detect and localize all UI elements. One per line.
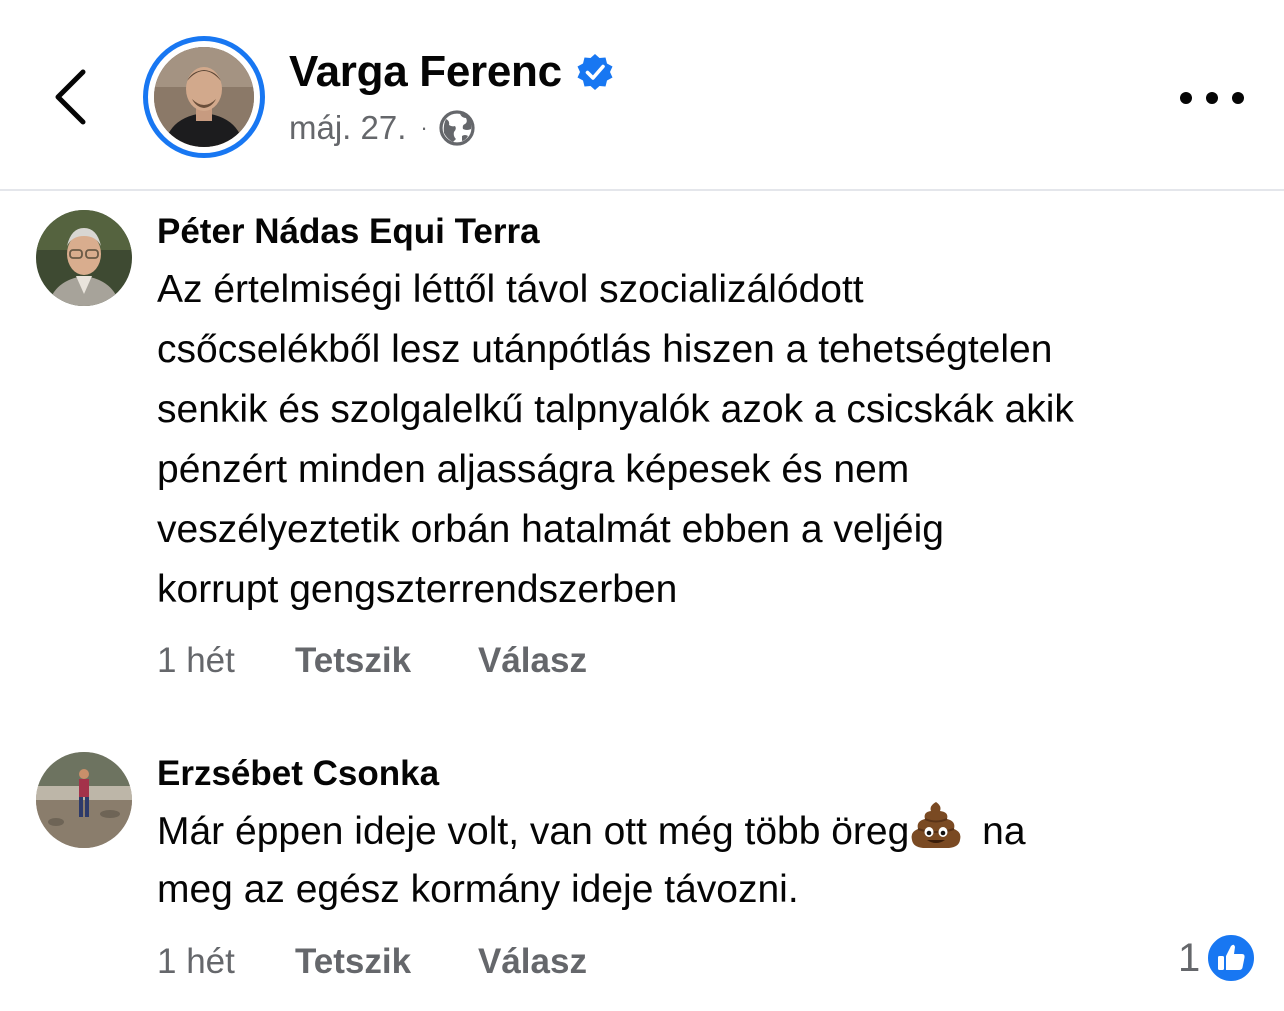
comment-text-line: veszélyeztetik orbán hatalmát ebben a ve…: [157, 508, 944, 551]
comment-avatar[interactable]: [36, 210, 132, 306]
comment-text-line: csőcselékből lesz utánpótlás hiszen a te…: [157, 328, 1053, 371]
more-horizontal-icon: [1180, 92, 1192, 104]
post-header: Varga Ferenc máj. 27. ·: [0, 0, 1284, 191]
chevron-left-icon: [55, 69, 86, 125]
comment-text-line: meg az egész kormány ideje távozni.: [157, 868, 799, 911]
author-name[interactable]: Varga Ferenc: [289, 47, 562, 97]
reply-button[interactable]: Válasz: [478, 641, 587, 681]
comment-actions: 1 hét Tetszik Válasz: [157, 940, 587, 984]
comment-text-line: senkik és szolgalelkű talpnyalók azok a …: [157, 388, 1074, 431]
like-button[interactable]: Tetszik: [295, 942, 478, 982]
author-name-row: Varga Ferenc: [289, 44, 614, 100]
author-photo: [154, 47, 254, 147]
globe-icon[interactable]: [438, 109, 476, 147]
comment-time[interactable]: 1 hét: [157, 641, 295, 681]
reaction-summary[interactable]: 1: [1178, 930, 1257, 986]
verified-badge-icon: [576, 53, 614, 91]
comment-time[interactable]: 1 hét: [157, 942, 295, 982]
comment-text-segment: Már éppen ideje volt, van ott még több ö…: [157, 810, 910, 853]
more-options-button[interactable]: [1180, 78, 1244, 118]
comment-text-line: pénzért minden aljasságra képesek és nem: [157, 448, 910, 491]
reply-button[interactable]: Válasz: [478, 942, 587, 982]
comment-text-line: korrupt gengszterrendszerben: [157, 568, 678, 611]
comment-author[interactable]: Erzsébet Csonka: [157, 754, 439, 794]
comment-text-line: Az értelmiségi léttől távol szocializáló…: [157, 268, 864, 311]
meta-separator: ·: [420, 115, 428, 140]
like-thumb-icon: [1206, 933, 1257, 983]
post-meta: máj. 27. ·: [289, 106, 476, 150]
reaction-count: 1: [1178, 935, 1201, 980]
like-button[interactable]: Tetszik: [295, 641, 478, 681]
comment-avatar[interactable]: [36, 752, 132, 848]
post-date[interactable]: máj. 27.: [289, 109, 406, 147]
pile-of-poo-emoji: [909, 800, 963, 850]
author-avatar[interactable]: [143, 36, 265, 158]
more-horizontal-icon: [1206, 92, 1218, 104]
more-horizontal-icon: [1232, 92, 1244, 104]
comment-actions: 1 hét Tetszik Válasz: [157, 639, 587, 683]
comment-author[interactable]: Péter Nádas Equi Terra: [157, 212, 540, 252]
comment-text-segment: na: [982, 810, 1026, 853]
back-button[interactable]: [40, 62, 100, 132]
comment-text-line: Már éppen ideje volt, van ott még több ö…: [157, 800, 1026, 862]
